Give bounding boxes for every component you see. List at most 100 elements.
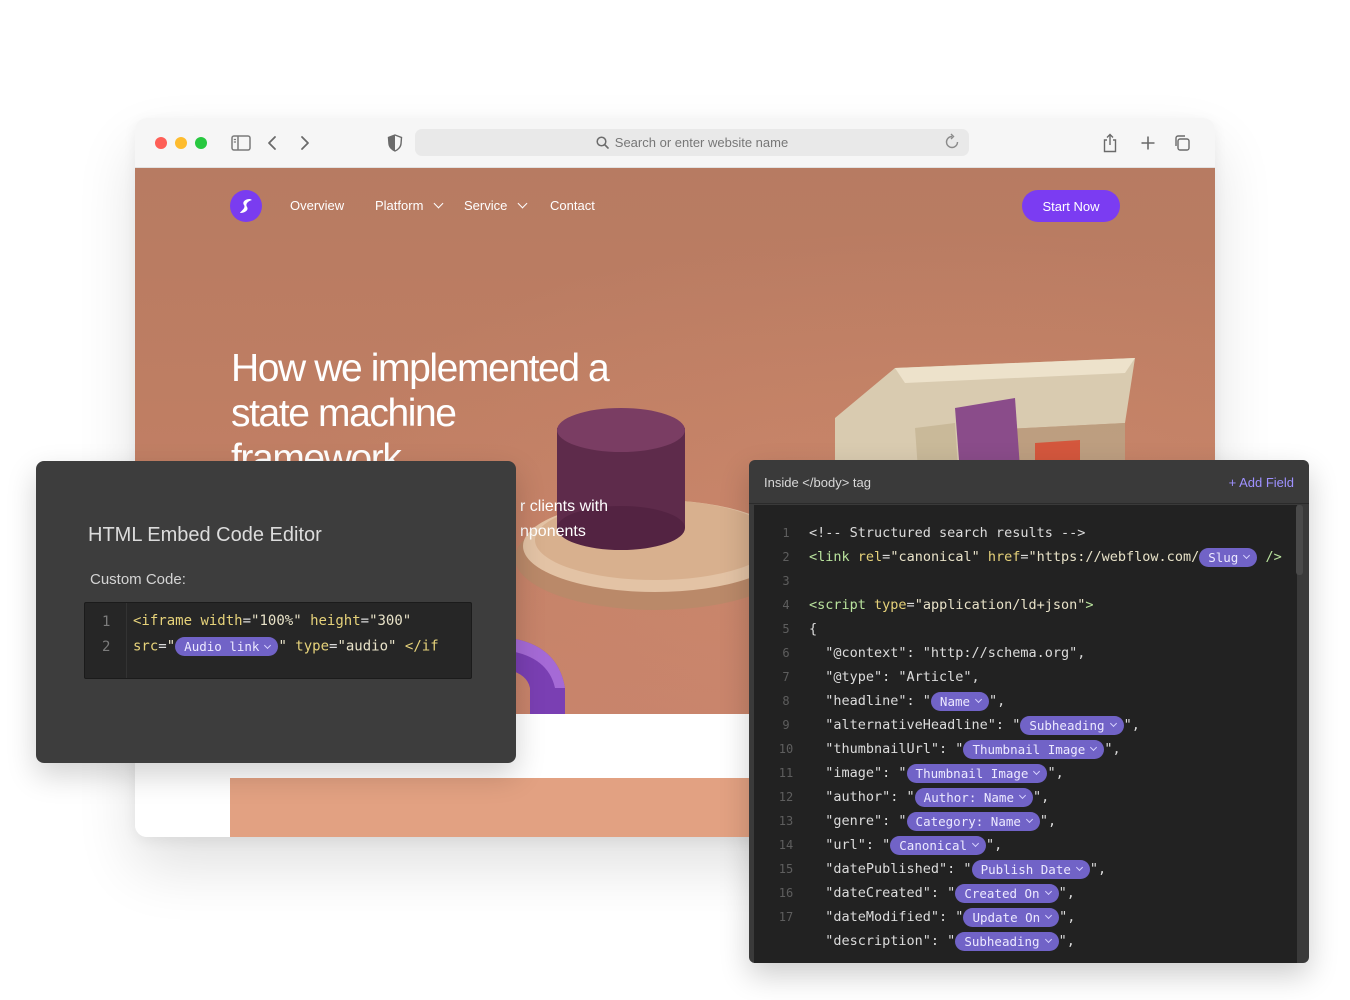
code-line: 9 "alternativeHeadline": " Subheading ",: [754, 713, 1297, 737]
line-number: 17: [778, 910, 794, 924]
content-image-block: [230, 778, 790, 837]
code-line: "description": " Subheading ",: [809, 931, 1075, 951]
chevron-down-icon: [971, 839, 980, 848]
href-prefix: "https://webflow.com/: [1028, 549, 1200, 565]
browser-toolbar: Search or enter website name: [135, 118, 1215, 168]
pill-label: Slug: [1208, 549, 1239, 565]
code-line: 7 "@type": "Article",: [754, 665, 1297, 689]
code-line: 12 "author": " Author: Name ",: [754, 785, 1297, 809]
code-line: 4 <script type = "application/ld+json" >: [754, 593, 1297, 617]
code-line: 15 "datePublished": " Publish Date ",: [754, 857, 1297, 881]
nav-platform-label: Platform: [375, 198, 424, 213]
thumbnail-image-field-pill[interactable]: Thumbnail Image: [906, 763, 1048, 783]
hero-subtitle: r clients with nponents: [520, 494, 608, 544]
forward-arrow-icon[interactable]: [299, 131, 311, 155]
reload-icon[interactable]: [943, 133, 961, 151]
name-field-pill[interactable]: Name: [930, 691, 990, 711]
minimize-window-button[interactable]: [175, 137, 187, 149]
created-on-field-pill[interactable]: Created On: [955, 883, 1059, 903]
chevron-down-icon: [1033, 767, 1041, 776]
sidebar-toggle-icon[interactable]: [231, 131, 251, 155]
line-number: 7: [782, 670, 790, 684]
line-number: 3: [782, 574, 790, 588]
hero-subtitle-line-2: nponents: [520, 523, 586, 540]
nav-service[interactable]: Service: [464, 198, 528, 213]
subheading-field-pill[interactable]: Subheading: [955, 931, 1059, 951]
close-window-button[interactable]: [155, 137, 167, 149]
chevron-down-icon: [1018, 791, 1027, 800]
canonical-field-pill[interactable]: Canonical: [890, 835, 987, 855]
tab-overview-icon[interactable]: [1173, 131, 1191, 155]
chevron-down-icon: [1109, 719, 1117, 728]
code-line: 2 <link rel = "canonical" href = "https://web…: [754, 545, 1297, 569]
code-scrollbar[interactable]: [1296, 505, 1303, 575]
chevron-down-icon: [974, 695, 983, 704]
line-number: 13: [778, 814, 794, 828]
category-name-field-pill[interactable]: Category: Name: [906, 811, 1040, 831]
custom-code-field[interactable]: 1 2 <iframe width="100%" height="300" sr…: [84, 602, 472, 679]
html-embed-editor: HTML Embed Code Editor Custom Code: 1 2 …: [36, 461, 516, 763]
pill-label: Update On: [972, 909, 1041, 925]
line-number: 16: [778, 886, 794, 900]
chevron-down-icon: [1075, 863, 1083, 872]
code-editor[interactable]: 1 <!-- Structured search results --> 2 <li…: [754, 505, 1297, 963]
line-number: 11: [778, 766, 794, 780]
privacy-shield-icon[interactable]: [387, 131, 403, 155]
nav-overview[interactable]: Overview: [290, 198, 344, 213]
line-number: 1: [782, 526, 790, 540]
code-line: 16 "dateCreated": " Created On ",: [754, 881, 1297, 905]
logo-glyph-icon: [240, 199, 252, 213]
line-number: 5: [782, 622, 790, 636]
nav-service-label: Service: [464, 198, 508, 213]
line-number: 14: [778, 838, 794, 852]
code-comment: <!-- Structured search results -->: [809, 525, 1086, 541]
pill-label: Audio link: [184, 639, 260, 654]
line-number: 4: [782, 598, 790, 612]
author-name-field-pill[interactable]: Author: Name: [914, 787, 1033, 807]
hero-subtitle-line-1: r clients with: [520, 498, 609, 515]
editor-title: HTML Embed Code Editor: [88, 524, 322, 546]
new-tab-plus-icon[interactable]: [1140, 131, 1156, 155]
code-line: 13 "genre": " Category: Name ",: [754, 809, 1297, 833]
start-now-button[interactable]: Start Now: [1022, 190, 1120, 222]
address-bar[interactable]: Search or enter website name: [415, 129, 969, 156]
address-bar-placeholder: Search or enter website name: [614, 135, 789, 150]
chevron-down-icon: [264, 641, 272, 649]
line-number: 9: [782, 718, 790, 732]
update-on-field-pill[interactable]: Update On: [963, 907, 1060, 927]
chevron-down-icon: [433, 198, 444, 209]
chevron-down-icon: [517, 198, 528, 209]
pill-label: Subheading: [964, 933, 1040, 949]
thumbnail-image-field-pill[interactable]: Thumbnail Image: [963, 739, 1105, 759]
back-arrow-icon[interactable]: [266, 131, 278, 155]
maximize-window-button[interactable]: [195, 137, 207, 149]
nav-platform[interactable]: Platform: [375, 198, 444, 213]
subheading-field-pill[interactable]: Subheading: [1020, 715, 1124, 735]
pill-label: Canonical: [899, 837, 968, 853]
chevron-down-icon: [1090, 743, 1098, 752]
search-icon: [596, 136, 609, 149]
pill-label: Category: Name: [915, 813, 1021, 829]
chevron-down-icon: [1025, 815, 1033, 824]
pill-label: Name: [939, 693, 971, 709]
line-number: 8: [782, 694, 790, 708]
site-logo[interactable]: [230, 190, 262, 222]
line-number: 2: [782, 550, 790, 564]
code-line: 10 "thumbnailUrl": " Thumbnail Image ",: [754, 737, 1297, 761]
nav-contact[interactable]: Contact: [550, 198, 595, 213]
share-icon[interactable]: [1102, 131, 1118, 155]
code-line: 14 "url": " Canonical ",: [754, 833, 1297, 857]
pill-label: Subheading: [1029, 717, 1105, 733]
pill-label: Thumbnail Image: [915, 765, 1029, 781]
chevron-down-icon: [1243, 551, 1251, 560]
add-field-button[interactable]: + Add Field: [1229, 475, 1294, 490]
slug-field-pill[interactable]: Slug: [1199, 547, 1258, 567]
line-number: 1: [102, 614, 111, 630]
publish-date-field-pill[interactable]: Publish Date: [971, 859, 1090, 879]
pill-label: Created On: [964, 885, 1040, 901]
audio-link-field-pill[interactable]: Audio link: [175, 637, 279, 656]
code-line: 17 "dateModified": " Update On ",: [754, 905, 1297, 929]
code-line: 1 <!-- Structured search results -->: [754, 521, 1297, 545]
line-number: 10: [778, 742, 794, 756]
panel-header: Inside </body> tag + Add Field: [749, 460, 1309, 504]
